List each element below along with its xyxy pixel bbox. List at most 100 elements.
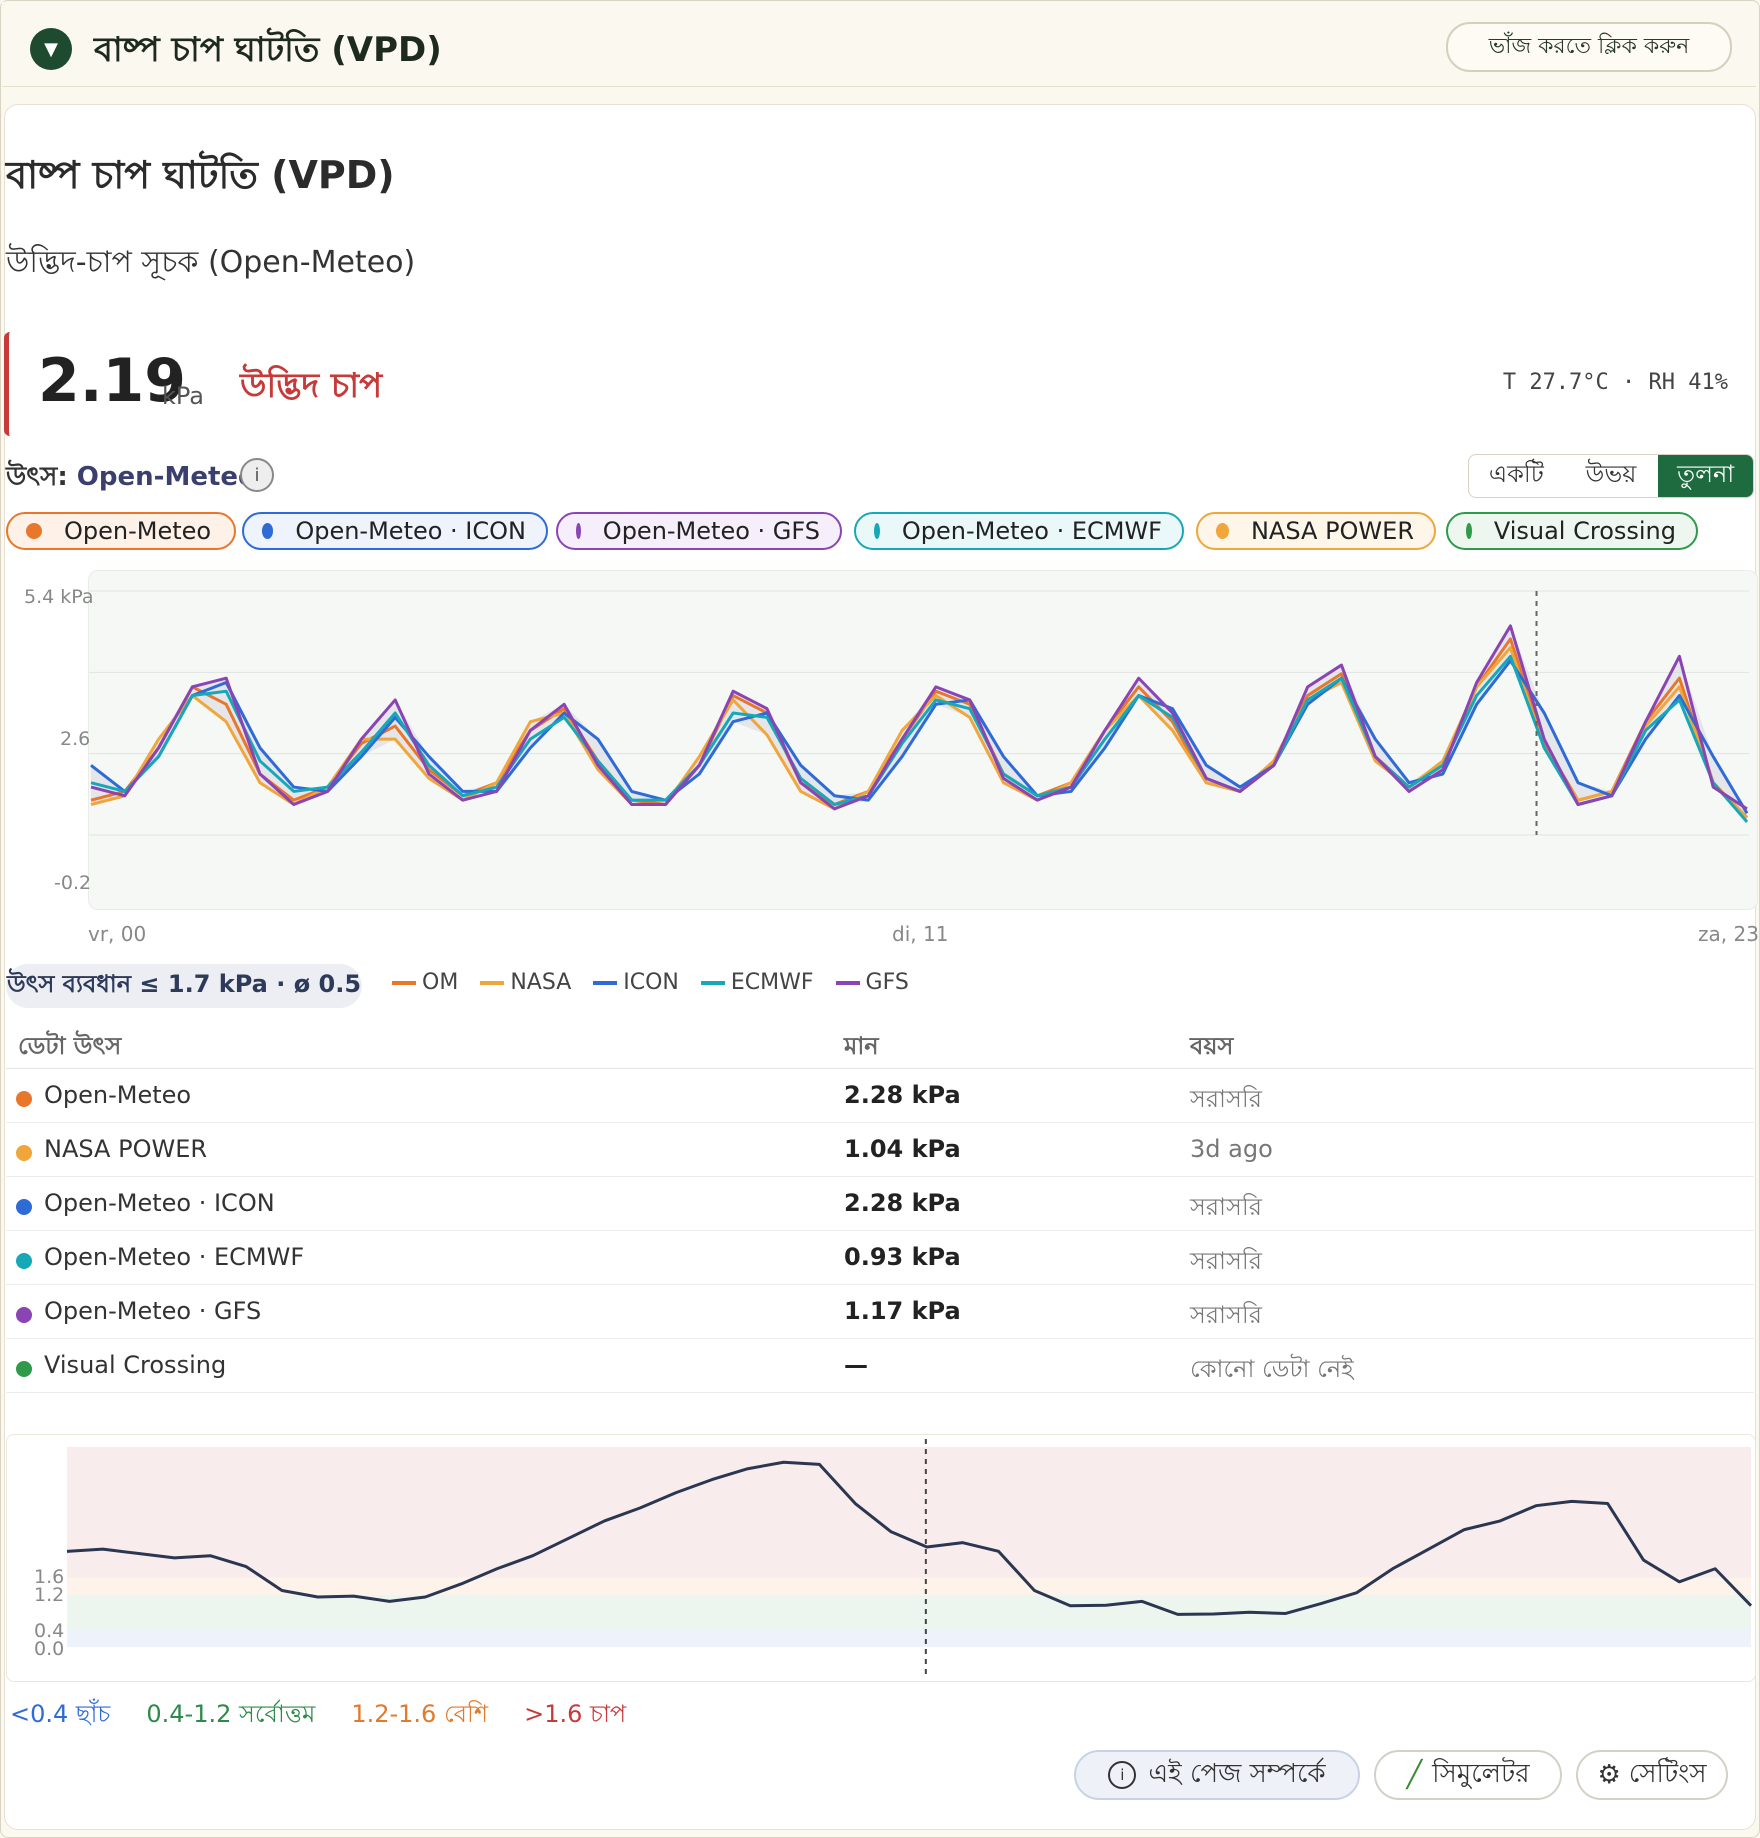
row-age: সরাসরি	[1190, 1085, 1262, 1113]
source-dot	[16, 1091, 32, 1107]
row-value: 1.17 kPa	[844, 1297, 961, 1325]
source-dot	[16, 1145, 32, 1161]
row-age: 3d ago	[1190, 1135, 1273, 1163]
row-value: —	[844, 1351, 868, 1379]
chip-label: Open-Meteo · ICON	[295, 517, 526, 545]
source-spread-badge: উৎস ব্যবধান ≤ 1.7 kPa · ø 0.5	[6, 964, 362, 1008]
comparison-chart-svg	[89, 590, 1749, 836]
legend-label: GFS	[865, 970, 909, 995]
status-label: উদ্ভিদ চাপ	[240, 366, 383, 406]
source-table: ডেটা উৎস মান বয়স Open-Meteo 2.28 kPa সরাস…	[6, 1020, 1754, 1393]
row-source: Visual Crossing	[44, 1351, 227, 1379]
chip-label: Open-Meteo	[64, 517, 212, 545]
chip-open-meteo[interactable]: Open-Meteo	[6, 512, 236, 550]
chip-label: Visual Crossing	[1493, 517, 1676, 545]
chip-label: Open-Meteo · ECMWF	[901, 517, 1162, 545]
gear-icon: ⚙	[1597, 1760, 1621, 1790]
zone-y-tick: 1.2	[34, 1584, 65, 1606]
zone-y-tick: 0.0	[34, 1638, 65, 1660]
chip-label: NASA POWER	[1250, 517, 1414, 545]
header-source: ডেটা উৎস	[18, 1032, 122, 1060]
x-tick-label: di, 11	[892, 922, 949, 946]
zone-stress: >1.6 চাপ	[524, 1700, 627, 1728]
chip-icon[interactable]: Open-Meteo · ICON	[242, 512, 548, 550]
row-age: কোনো ডেটা নেই	[1190, 1355, 1354, 1383]
header-title: বাষ্প চাপ ঘাটতি (VPD)	[94, 30, 442, 70]
row-value: 0.93 kPa	[844, 1243, 961, 1271]
chip-visual-crossing[interactable]: Visual Crossing	[1446, 512, 1698, 550]
collapsible-header[interactable]: ▼ বাষ্প চাপ ঘাটতি (VPD) ভাঁজ করতে ক্লিক …	[2, 2, 1756, 87]
source-dot	[16, 1199, 32, 1215]
chip-dot	[26, 523, 42, 539]
comparison-chart	[88, 570, 1758, 910]
legend-item-om: OM	[392, 970, 458, 995]
legend-item-ecmwf: ECMWF	[700, 970, 814, 995]
row-source: Open-Meteo · ICON	[44, 1189, 275, 1217]
x-tick-label: za, 23	[1698, 922, 1759, 946]
series-line-ecmwf	[90, 654, 1749, 823]
chip-dot	[874, 523, 880, 539]
legend-item-gfs: GFS	[835, 970, 909, 995]
row-source: Open-Meteo · GFS	[44, 1297, 262, 1325]
zone-legend: <0.4 ছাঁচ 0.4-1.2 সর্বোত্তম 1.2-1.6 বেশি…	[10, 1696, 626, 1736]
header-age: বয়স	[1190, 1032, 1234, 1060]
legend-item-nasa: NASA	[480, 970, 571, 995]
zone-band	[67, 1629, 1751, 1647]
settings-button[interactable]: ⚙ সেটিংস	[1576, 1750, 1728, 1800]
status-accent-bar	[4, 332, 17, 436]
series-line-icon	[90, 659, 1749, 814]
zone-optimal: 0.4-1.2 সর্বোত্তম	[146, 1700, 316, 1728]
collapse-button[interactable]: ভাঁজ করতে ক্লিক করুন	[1446, 22, 1732, 72]
table-row: Visual Crossing — কোনো ডেটা নেই	[6, 1339, 1754, 1393]
source-label: উৎস:	[6, 462, 68, 492]
about-page-label: এই পেজ সম্পর্কে	[1148, 1759, 1326, 1789]
view-option-single[interactable]: একটি	[1469, 455, 1564, 497]
simulator-label: সিমুলেটর	[1432, 1759, 1530, 1789]
about-page-button[interactable]: i এই পেজ সম্পর্কে	[1074, 1750, 1360, 1800]
conditions-readout: T 27.7°C · RH 41%	[1502, 370, 1728, 395]
legend-label: NASA	[510, 970, 572, 995]
view-option-compare[interactable]: তুলনা	[1658, 455, 1753, 497]
chip-ecmwf[interactable]: Open-Meteo · ECMWF	[854, 512, 1184, 550]
source-dot	[16, 1361, 32, 1377]
header-value: মান	[844, 1032, 879, 1060]
chip-dot	[262, 523, 274, 539]
row-source: NASA POWER	[44, 1135, 208, 1163]
y-tick-label: 2.6	[60, 728, 91, 750]
zone-band	[67, 1577, 1751, 1595]
y-tick-label: 5.4 kPa	[24, 586, 94, 608]
legend-label: ECMWF	[730, 970, 814, 995]
table-row: Open-Meteo · ICON 2.28 kPa সরাসরি	[6, 1177, 1754, 1231]
table-row: Open-Meteo · ECMWF 0.93 kPa সরাসরি	[6, 1231, 1754, 1285]
legend-swatch	[700, 981, 725, 985]
info-icon: i	[1108, 1761, 1137, 1789]
test-tube-icon: ╱	[1406, 1760, 1423, 1790]
chip-nasa-power[interactable]: NASA POWER	[1196, 512, 1436, 550]
chevron-down-icon[interactable]: ▼	[30, 28, 72, 70]
legend-label: OM	[422, 970, 459, 995]
row-age: সরাসরি	[1190, 1193, 1262, 1221]
card-subtitle: উদ্ভিদ-চাপ সূচক (Open-Meteo)	[6, 245, 416, 280]
vpd-zone-chart	[6, 1434, 1756, 1682]
chip-dot	[1216, 523, 1229, 539]
legend-swatch	[593, 981, 618, 985]
chip-gfs[interactable]: Open-Meteo · GFS	[556, 512, 842, 550]
legend-label: ICON	[623, 970, 679, 995]
source-dot	[16, 1253, 32, 1269]
info-icon[interactable]: i	[240, 458, 274, 492]
source-dot	[16, 1307, 32, 1323]
card-title: বাষ্প চাপ ঘাটতি (VPD)	[6, 153, 395, 197]
view-toggle[interactable]: একটি উভয় তুলনা	[1468, 454, 1754, 498]
table-row: Open-Meteo · GFS 1.17 kPa সরাসরি	[6, 1285, 1754, 1339]
chip-dot	[1466, 523, 1472, 539]
row-age: সরাসরি	[1190, 1247, 1262, 1275]
chip-label: Open-Meteo · GFS	[602, 517, 820, 545]
simulator-button[interactable]: ╱ সিমুলেটর	[1374, 1750, 1562, 1800]
source-value: Open-Meteo	[76, 462, 256, 492]
view-option-both[interactable]: উভয়	[1564, 455, 1659, 497]
zone-high: 1.2-1.6 বেশি	[351, 1700, 489, 1728]
zone-band	[67, 1594, 1751, 1630]
series-legend: OM NASA ICON ECMWF GFS	[392, 970, 909, 995]
y-tick-label: -0.2	[54, 872, 92, 894]
table-row: Open-Meteo 2.28 kPa সরাসরি	[6, 1069, 1754, 1123]
